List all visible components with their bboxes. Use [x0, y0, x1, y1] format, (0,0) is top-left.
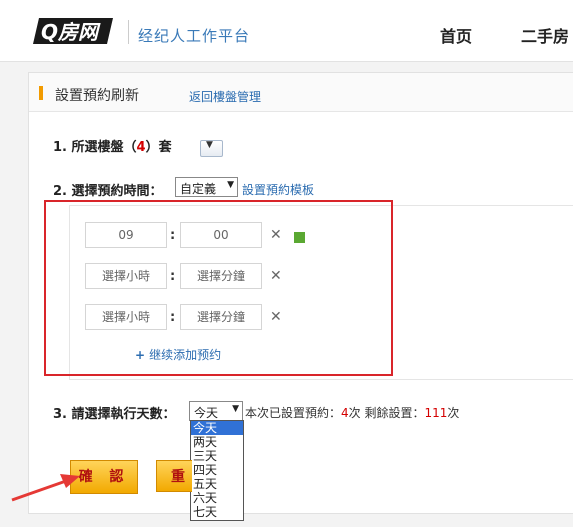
booking-summary: 本次已設置預約：4次 剩餘設置：111次 [245, 406, 460, 420]
days-option[interactable]: 两天 [191, 435, 243, 449]
svg-text:Q房网: Q房网 [41, 20, 101, 44]
days-option[interactable]: 五天 [191, 477, 243, 491]
days-option[interactable]: 三天 [191, 449, 243, 463]
logo-divider [128, 20, 129, 44]
days-dropdown-list: 今天 两天 三天 四天 五天 六天 七天 [190, 420, 244, 521]
step1-label: 1. 所選樓盤（4）套 [53, 140, 172, 155]
days-option[interactable]: 今天 [191, 421, 243, 435]
nav-second-hand[interactable]: 二手房 [521, 23, 569, 47]
highlight-frame [44, 200, 393, 376]
qfang-logo[interactable]: Q房网 [33, 14, 118, 48]
template-link[interactable]: 設置預約模板 [242, 181, 314, 198]
back-to-listing-link[interactable]: 返回樓盤管理 [189, 88, 261, 105]
nav-home[interactable]: 首页 [440, 23, 472, 47]
listing-dropdown-toggle[interactable]: ▼ [200, 140, 223, 157]
step3-label: 3. 請選擇執行天數： [53, 407, 176, 422]
step2-label: 2. 選擇預約時間： [53, 184, 163, 199]
chevron-down-icon: ▼ [227, 180, 234, 190]
time-mode-select[interactable]: 自定義 ▼ [175, 177, 238, 197]
reset-button[interactable]: 重 [156, 460, 192, 492]
chevron-down-icon: ▼ [206, 140, 213, 150]
days-option[interactable]: 四天 [191, 463, 243, 477]
platform-title: 经纪人工作平台 [138, 27, 251, 45]
chevron-down-icon: ▼ [232, 404, 239, 414]
days-option[interactable]: 七天 [191, 505, 243, 519]
page-title: 設置預約刷新 [55, 88, 139, 104]
annotation-arrow-icon [11, 474, 80, 502]
panel-header: 設置預約刷新 返回樓盤管理 [29, 73, 573, 112]
header-accent-bar [39, 86, 43, 100]
top-bar: Q房网 经纪人工作平台 首页 二手房 [0, 0, 573, 62]
days-select[interactable]: 今天 ▼ [189, 401, 243, 421]
days-option[interactable]: 六天 [191, 491, 243, 505]
selected-count: 4 [136, 140, 146, 155]
